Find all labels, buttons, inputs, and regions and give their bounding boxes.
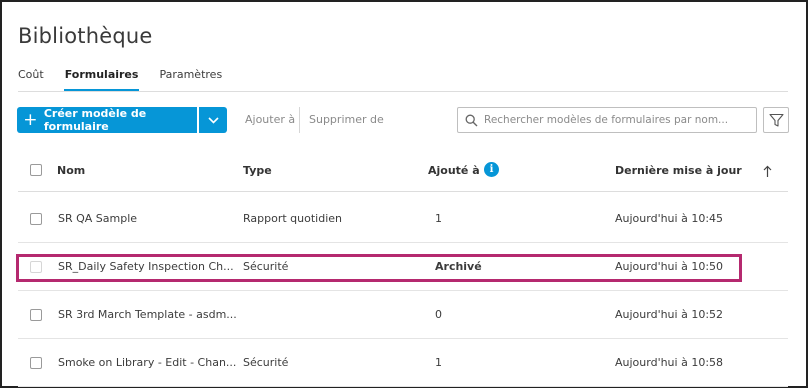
- tab-settings[interactable]: Paramètres: [159, 66, 222, 92]
- search-box: [457, 107, 757, 133]
- tab-cost[interactable]: Coût: [18, 66, 44, 92]
- table-header: Nom Type Ajouté à i Dernière mise à jour: [18, 150, 788, 192]
- filter-icon: [768, 113, 784, 127]
- filter-button[interactable]: [763, 107, 789, 133]
- info-icon[interactable]: i: [484, 162, 499, 177]
- toolbar-divider: [299, 107, 300, 133]
- row-added-to[interactable]: 1: [435, 356, 442, 369]
- table-row[interactable]: SR 3rd March Template - asdm... 0 Aujour…: [18, 291, 788, 339]
- create-form-template-button[interactable]: + Créer modèle de formulaire: [17, 107, 197, 133]
- row-checkbox[interactable]: [30, 309, 42, 321]
- plus-icon: +: [23, 110, 38, 130]
- table-row[interactable]: Smoke on Library - Edit - Chan... Sécuri…: [18, 339, 788, 387]
- row-checkbox[interactable]: [30, 213, 42, 225]
- add-to-button[interactable]: Ajouter à: [245, 113, 295, 126]
- row-added-to: 0: [435, 308, 442, 321]
- row-last-update: Aujourd'hui à 10:45: [615, 212, 724, 225]
- row-name[interactable]: Smoke on Library - Edit - Chan...: [58, 356, 236, 369]
- sort-arrow-up-icon[interactable]: [763, 163, 772, 182]
- chevron-down-icon: [207, 116, 219, 124]
- row-type: Sécurité: [243, 260, 289, 273]
- search-input[interactable]: [484, 114, 744, 126]
- row-checkbox[interactable]: [30, 261, 42, 273]
- select-all-checkbox[interactable]: [30, 164, 42, 176]
- row-added-to[interactable]: 1: [435, 212, 442, 225]
- row-added-to: Archivé: [435, 260, 482, 273]
- tab-bar: Coût Formulaires Paramètres: [18, 66, 242, 92]
- row-name[interactable]: SR 3rd March Template - asdm...: [58, 308, 237, 321]
- row-type: Sécurité: [243, 356, 289, 369]
- row-last-update: Aujourd'hui à 10:50: [615, 260, 724, 273]
- tabs-divider: [18, 91, 788, 92]
- column-header-added-to[interactable]: Ajouté à: [428, 164, 480, 177]
- column-header-name[interactable]: Nom: [57, 164, 85, 177]
- page-title: Bibliothèque: [18, 24, 153, 48]
- tab-forms[interactable]: Formulaires: [63, 66, 140, 92]
- row-name[interactable]: SR_Daily Safety Inspection Ch...: [58, 260, 234, 273]
- create-options-dropdown-button[interactable]: [199, 107, 227, 133]
- row-last-update: Aujourd'hui à 10:52: [615, 308, 724, 321]
- table-row[interactable]: SR QA Sample Rapport quotidien 1 Aujourd…: [18, 195, 788, 243]
- row-type: Rapport quotidien: [243, 212, 342, 225]
- remove-from-button[interactable]: Supprimer de: [309, 113, 384, 126]
- create-form-template-label: Créer modèle de formulaire: [43, 107, 147, 133]
- table-row[interactable]: SR_Daily Safety Inspection Ch... Sécurit…: [18, 243, 788, 291]
- search-icon: [458, 114, 484, 127]
- row-last-update: Aujourd'hui à 10:58: [615, 356, 724, 369]
- column-header-last-update[interactable]: Dernière mise à jour: [615, 164, 742, 177]
- row-name[interactable]: SR QA Sample: [58, 212, 137, 225]
- row-checkbox[interactable]: [30, 357, 42, 369]
- column-header-type[interactable]: Type: [243, 164, 272, 177]
